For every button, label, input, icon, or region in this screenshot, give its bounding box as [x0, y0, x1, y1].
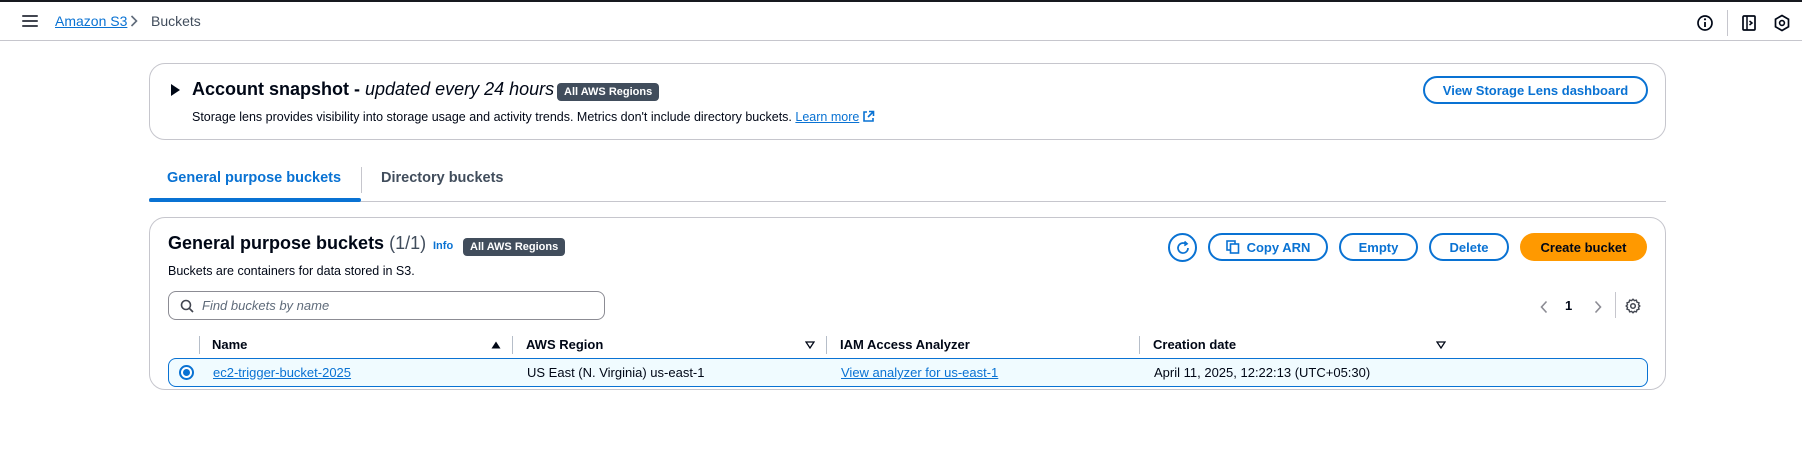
copy-arn-label: Copy ARN [1246, 239, 1311, 255]
chevron-left-icon[interactable] [1539, 300, 1549, 314]
column-divider [1139, 336, 1140, 354]
snapshot-description: Storage lens provides visibility into st… [192, 110, 875, 124]
top-divider [1727, 10, 1728, 36]
search-input[interactable] [202, 298, 592, 313]
create-bucket-button[interactable]: Create bucket [1520, 233, 1647, 261]
learn-more-link[interactable]: Learn more [795, 110, 875, 124]
copy-arn-button[interactable]: Copy ARN [1208, 233, 1328, 261]
tab-directory-buckets[interactable]: Directory buckets [381, 170, 504, 186]
refresh-button[interactable] [1168, 233, 1197, 262]
bucket-type-tabs: General purpose buckets Directory bucket… [149, 160, 1666, 202]
learn-more-label: Learn more [795, 110, 860, 124]
breadcrumb-buckets: Buckets [151, 13, 201, 29]
page-number[interactable]: 1 [1565, 298, 1572, 313]
table-row[interactable]: ec2-trigger-bucket-2025 US East (N. Virg… [168, 358, 1648, 387]
row-select-radio[interactable] [179, 365, 194, 380]
chevron-right-icon[interactable] [1593, 300, 1603, 314]
bucket-region: US East (N. Virginia) us-east-1 [527, 365, 705, 380]
bucket-name-link[interactable]: ec2-trigger-bucket-2025 [213, 365, 351, 380]
column-aws-region[interactable]: AWS Region [526, 337, 603, 352]
search-field[interactable] [168, 291, 605, 320]
active-tab-indicator [149, 198, 361, 202]
general-purpose-buckets-panel: General purpose buckets (1/1) Info All A… [149, 217, 1666, 390]
sort-ascending-icon[interactable] [491, 341, 501, 349]
expand-caret-icon[interactable] [171, 84, 180, 96]
tab-general-purpose-buckets[interactable]: General purpose buckets [167, 170, 341, 186]
view-storage-lens-button[interactable]: View Storage Lens dashboard [1423, 76, 1648, 104]
delete-button[interactable]: Delete [1429, 233, 1509, 261]
breadcrumb-amazon-s3[interactable]: Amazon S3 [55, 13, 127, 29]
column-iam-access-analyzer[interactable]: IAM Access Analyzer [840, 337, 970, 352]
sort-icon[interactable] [805, 341, 815, 349]
pager-divider [1615, 292, 1616, 318]
regions-badge: All AWS Regions [463, 238, 566, 256]
info-link[interactable]: Info [433, 240, 453, 252]
external-link-icon [863, 110, 875, 122]
empty-button[interactable]: Empty [1339, 233, 1418, 261]
buckets-title: General purpose buckets (1/1) [168, 233, 426, 254]
search-icon [180, 299, 194, 313]
column-divider [512, 336, 513, 354]
gear-icon[interactable] [1625, 298, 1641, 314]
tab-divider [361, 167, 362, 193]
top-navigation-bar: Amazon S3 Buckets [0, 0, 1802, 41]
menu-icon[interactable] [22, 14, 38, 28]
copy-icon [1225, 240, 1239, 254]
regions-badge: All AWS Regions [557, 83, 660, 101]
chevron-right-icon [130, 15, 138, 27]
column-divider [826, 336, 827, 354]
column-name[interactable]: Name [212, 337, 247, 352]
view-analyzer-link[interactable]: View analyzer for us-east-1 [841, 365, 998, 380]
notifications-panel-icon[interactable] [1740, 14, 1758, 32]
column-divider [199, 336, 200, 354]
snapshot-title: Account snapshot - updated every 24 hour… [192, 79, 554, 100]
buckets-count: (1/1) [389, 233, 427, 253]
account-snapshot-panel: Account snapshot - updated every 24 hour… [149, 63, 1666, 140]
buckets-description: Buckets are containers for data stored i… [168, 264, 415, 278]
snapshot-description-text: Storage lens provides visibility into st… [192, 110, 792, 124]
info-circle-icon[interactable] [1696, 14, 1714, 32]
sort-icon[interactable] [1436, 341, 1446, 349]
bucket-creation-date: April 11, 2025, 12:22:13 (UTC+05:30) [1154, 365, 1371, 380]
snapshot-title-text: Account snapshot - [192, 79, 366, 99]
column-creation-date[interactable]: Creation date [1153, 337, 1236, 352]
refresh-icon [1176, 240, 1189, 254]
buckets-title-text: General purpose buckets [168, 233, 385, 253]
snapshot-title-italic: updated every 24 hours [365, 79, 555, 99]
settings-hexagon-icon[interactable] [1773, 14, 1791, 32]
table-header: Name AWS Region IAM Access Analyzer Crea… [168, 331, 1648, 359]
radio-dot [183, 369, 190, 376]
